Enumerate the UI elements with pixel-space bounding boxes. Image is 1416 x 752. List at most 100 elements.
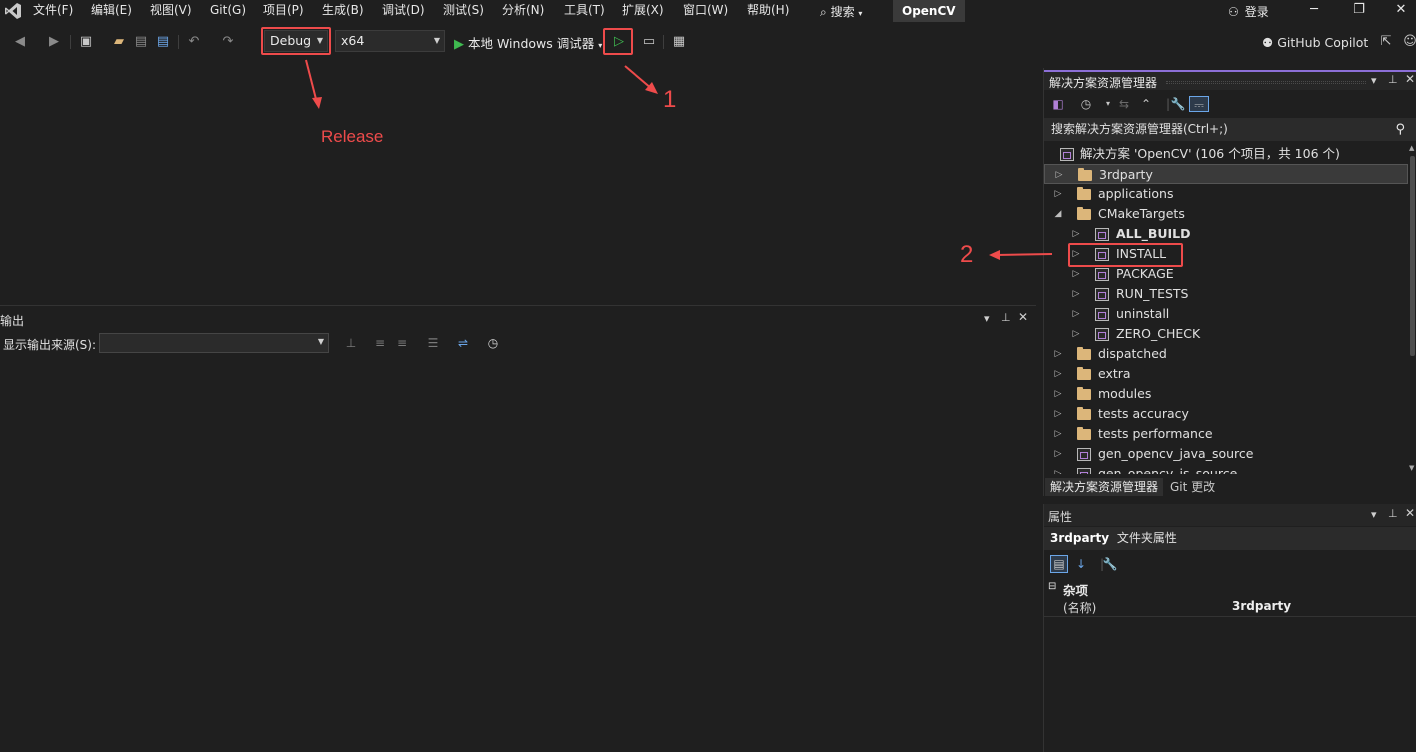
pane-options-icon[interactable]: ▾: [984, 312, 990, 325]
collapse-all-icon[interactable]: ⌃: [1138, 96, 1154, 112]
expanded-chevron-icon[interactable]: ◢: [1053, 204, 1063, 224]
properties-object-selector[interactable]: 3rdparty 文件夹属性: [1044, 527, 1416, 550]
property-row-name[interactable]: (名称) 3rdparty: [1044, 598, 1416, 616]
tree-scrollbar[interactable]: ▲ ▼: [1408, 144, 1416, 474]
save-icon[interactable]: ▤: [133, 34, 149, 50]
collapsed-chevron-icon[interactable]: ▷: [1071, 224, 1081, 244]
property-pages-wrench-icon[interactable]: 🔧: [1102, 556, 1118, 572]
collapsed-chevron-icon[interactable]: ▷: [1071, 324, 1081, 344]
alphabetical-icon[interactable]: ↓: [1073, 556, 1089, 572]
find-message-icon[interactable]: ⊥: [343, 335, 359, 351]
tab-git-changes[interactable]: Git 更改: [1165, 478, 1220, 496]
collapsed-chevron-icon[interactable]: ▷: [1053, 444, 1063, 464]
save-all-icon[interactable]: ▤: [155, 34, 171, 50]
redo-icon[interactable]: ↷: [220, 34, 236, 50]
pin-icon[interactable]: ⊥: [1001, 311, 1011, 324]
tree-item[interactable]: ▷ tests accuracy: [1044, 404, 1408, 424]
tree-item[interactable]: ▷ gen_opencv_java_source: [1044, 444, 1408, 464]
close-icon[interactable]: ✕: [1405, 506, 1415, 520]
start-debugging-button[interactable]: ▶ 本地 Windows 调试器 ▾: [454, 33, 602, 52]
close-icon[interactable]: ✕: [1405, 72, 1415, 86]
menu-project[interactable]: 项目(P): [263, 3, 304, 18]
tab-solution-explorer[interactable]: 解决方案资源管理器: [1045, 478, 1164, 496]
menu-git[interactable]: Git(G): [210, 3, 246, 18]
tree-item[interactable]: ▷ modules: [1044, 384, 1408, 404]
tree-item[interactable]: ◢ CMakeTargets: [1044, 204, 1408, 224]
pin-icon[interactable]: ⊥: [1388, 507, 1398, 520]
tree-item[interactable]: ▷ extra: [1044, 364, 1408, 384]
collapsed-chevron-icon[interactable]: ▷: [1053, 464, 1063, 474]
feedback-icon[interactable]: ☺: [1402, 34, 1416, 50]
collapsed-chevron-icon[interactable]: ▷: [1071, 284, 1081, 304]
collapsed-chevron-icon[interactable]: ▷: [1071, 264, 1081, 284]
tree-item[interactable]: ▷ ZERO_CHECK: [1044, 324, 1408, 344]
scroll-down-icon[interactable]: ▼: [1409, 464, 1414, 472]
history-icon[interactable]: ◷: [1078, 96, 1094, 112]
word-wrap-icon[interactable]: ⇌: [455, 335, 471, 351]
collapsed-chevron-icon[interactable]: ▷: [1053, 424, 1063, 444]
clock-icon[interactable]: ◷: [485, 335, 501, 351]
collapsed-chevron-icon[interactable]: ▷: [1053, 184, 1063, 204]
previous-message-icon[interactable]: ≡: [372, 335, 388, 351]
pane-options-icon[interactable]: ▾: [1371, 74, 1377, 87]
tree-item[interactable]: ▷ applications: [1044, 184, 1408, 204]
new-project-icon[interactable]: ▣: [78, 34, 94, 50]
collapsed-chevron-icon[interactable]: ▷: [1053, 364, 1063, 384]
chevron-down-icon[interactable]: ▾: [1100, 96, 1116, 112]
menu-debug[interactable]: 调试(D): [382, 3, 425, 18]
tree-item[interactable]: ▷ RUN_TESTS: [1044, 284, 1408, 304]
collapsed-chevron-icon[interactable]: ▷: [1054, 165, 1064, 185]
tree-item[interactable]: ▷ dispatched: [1044, 344, 1408, 364]
properties-wrench-icon[interactable]: 🔧: [1170, 96, 1186, 112]
menu-build[interactable]: 生成(B): [322, 3, 364, 18]
navigate-forward-icon[interactable]: ▶: [46, 34, 62, 50]
menu-tools[interactable]: 工具(T): [564, 3, 605, 18]
preview-selected-icon[interactable]: ⎓: [1189, 96, 1209, 112]
menu-help[interactable]: 帮助(H): [747, 3, 789, 18]
collapsed-chevron-icon[interactable]: ▷: [1053, 344, 1063, 364]
menu-edit[interactable]: 编辑(E): [91, 3, 132, 18]
solution-explorer-search[interactable]: 搜索解决方案资源管理器(Ctrl+;) ⚲: [1044, 118, 1416, 141]
share-icon[interactable]: ⇱: [1378, 34, 1394, 50]
output-source-select[interactable]: ▼: [99, 333, 329, 353]
categorized-icon[interactable]: ▤: [1050, 555, 1068, 573]
scrollbar-thumb[interactable]: [1410, 156, 1415, 356]
minimize-button[interactable]: ─: [1299, 1, 1329, 21]
solution-root[interactable]: 解决方案 'OpenCV' (106 个项目，共 106 个): [1044, 144, 1408, 164]
next-message-icon[interactable]: ≡: [394, 335, 410, 351]
menu-analyze[interactable]: 分析(N): [502, 3, 544, 18]
switch-views-icon[interactable]: ◧: [1050, 96, 1066, 112]
tree-item[interactable]: ▷ uninstall: [1044, 304, 1408, 324]
tree-item[interactable]: ▷ 3rdparty: [1044, 164, 1408, 184]
menu-file[interactable]: 文件(F): [33, 3, 73, 18]
collapsed-chevron-icon[interactable]: ▷: [1071, 304, 1081, 324]
clear-all-icon[interactable]: ☰: [425, 335, 441, 351]
tree-item[interactable]: ▷ ALL_BUILD: [1044, 224, 1408, 244]
scroll-up-icon[interactable]: ▲: [1409, 144, 1414, 152]
close-window-button[interactable]: ✕: [1386, 1, 1416, 21]
github-copilot-button[interactable]: ⚉ GitHub Copilot: [1262, 35, 1368, 50]
tree-item[interactable]: ▷ PACKAGE: [1044, 264, 1408, 284]
window-layout-icon[interactable]: ▦: [671, 34, 687, 50]
pin-icon[interactable]: ⊥: [1388, 73, 1398, 86]
restore-button[interactable]: ❐: [1344, 1, 1374, 21]
login-button[interactable]: ⚇ 登录: [1228, 3, 1269, 20]
sync-icon[interactable]: ⇆: [1116, 96, 1132, 112]
collapsed-chevron-icon[interactable]: ▷: [1053, 384, 1063, 404]
menu-extensions[interactable]: 扩展(X): [622, 3, 664, 18]
platform-select[interactable]: x64 ▼: [335, 30, 445, 52]
collapsed-chevron-icon[interactable]: ▷: [1053, 404, 1063, 424]
search-menu[interactable]: ⌕ 搜索 ▾: [820, 3, 862, 20]
menu-window[interactable]: 窗口(W): [683, 3, 728, 18]
menu-test[interactable]: 测试(S): [443, 3, 484, 18]
navigate-back-icon[interactable]: ◀: [12, 34, 28, 50]
pane-options-icon[interactable]: ▾: [1371, 508, 1377, 521]
tree-item[interactable]: ▷ tests performance: [1044, 424, 1408, 444]
undo-icon[interactable]: ↶: [186, 34, 202, 50]
tree-item[interactable]: ▷ gen_opencv_js_source: [1044, 464, 1408, 474]
collapse-category-icon[interactable]: ⊟: [1048, 581, 1056, 592]
property-category[interactable]: ⊟ 杂项: [1044, 580, 1416, 598]
close-icon[interactable]: ✕: [1018, 310, 1028, 324]
drag-grip[interactable]: [1166, 81, 1366, 84]
browse-folder-icon[interactable]: ▭: [641, 34, 657, 50]
